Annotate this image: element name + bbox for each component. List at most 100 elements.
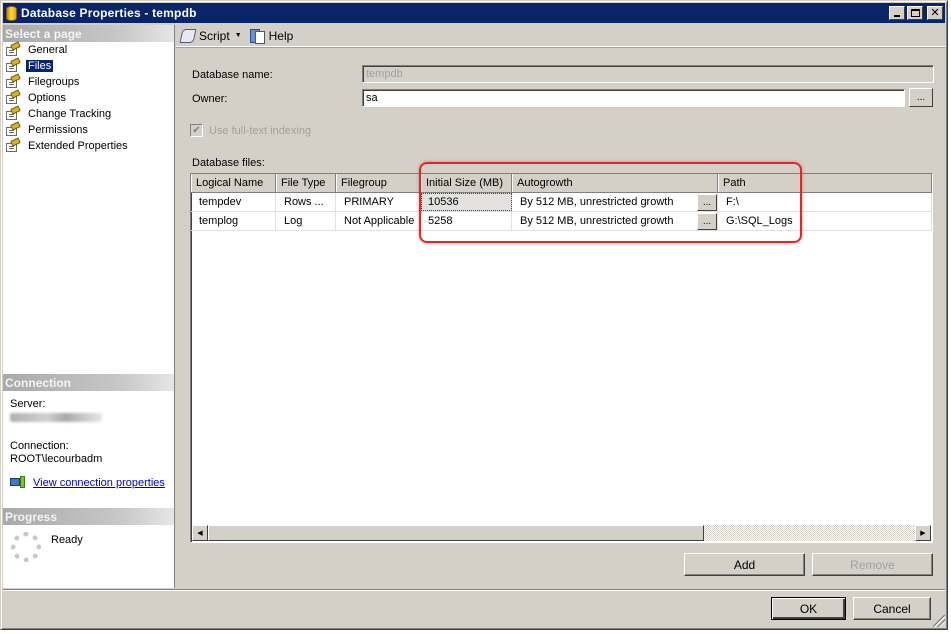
dropdown-arrow-icon[interactable]: ▼ (235, 32, 242, 39)
path-cell[interactable]: F:\ (718, 193, 932, 211)
grid-header: Logical Name File Type Filegroup Initial… (191, 174, 932, 193)
owner-label: Owner: (192, 93, 228, 105)
script-label: Script (199, 28, 230, 43)
connection-header: Connection (3, 374, 174, 391)
logical-name-cell[interactable]: tempdev (191, 193, 276, 211)
logical-name-cell[interactable]: templog (191, 212, 276, 230)
owner-field[interactable] (362, 89, 905, 107)
page-settings-icon (5, 89, 21, 105)
initial-size-cell[interactable]: 10536 (421, 193, 512, 211)
page-item-extended-properties[interactable]: Extended Properties (3, 137, 174, 154)
server-value-redacted (10, 413, 102, 422)
title-bar[interactable]: Database Properties - tempdb ✕ (3, 3, 945, 23)
scroll-right-arrow-icon[interactable]: ▶ (915, 525, 931, 541)
filegroup-cell[interactable]: Not Applicable (336, 212, 421, 230)
connection-label: Connection: (10, 440, 69, 452)
autogrowth-edit-button[interactable]: ... (697, 194, 717, 211)
progress-status: Ready (51, 534, 83, 546)
page-item-options[interactable]: Options (3, 89, 174, 106)
scroll-left-arrow-icon[interactable]: ◀ (192, 525, 208, 541)
resize-grip-icon[interactable] (933, 615, 945, 627)
autogrowth-edit-button[interactable]: ... (697, 213, 717, 230)
file-type-cell[interactable]: Log (276, 212, 336, 230)
table-row[interactable]: templog Log Not Applicable 5258 By 512 M… (191, 212, 932, 231)
server-label: Server: (10, 398, 46, 410)
page-settings-icon (5, 57, 21, 73)
script-icon (180, 28, 195, 43)
owner-browse-button[interactable]: ... (909, 88, 933, 107)
add-button[interactable]: Add (684, 553, 805, 576)
database-name-field[interactable] (362, 65, 934, 83)
page-label: Change Tracking (28, 108, 112, 120)
view-connection-properties-link[interactable]: View connection properties (33, 477, 165, 490)
page-label: Extended Properties (28, 140, 128, 152)
page-item-filegroups[interactable]: Filegroups (3, 73, 174, 90)
column-header-autogrowth[interactable]: Autogrowth (512, 174, 718, 192)
column-header-logical-name[interactable]: Logical Name (191, 174, 276, 192)
progress-spinner-icon (11, 532, 41, 562)
page-item-change-tracking[interactable]: Change Tracking (3, 105, 174, 122)
page-item-files[interactable]: Files (3, 57, 174, 74)
horizontal-scrollbar[interactable]: ◀ ▶ (192, 525, 931, 541)
database-properties-dialog: Database Properties - tempdb ✕ Select a … (0, 0, 948, 630)
close-button[interactable]: ✕ (927, 6, 943, 20)
column-header-path[interactable]: Path (718, 174, 932, 192)
maximize-button[interactable] (907, 6, 923, 20)
autogrowth-value: By 512 MB, unrestricted growth (520, 215, 674, 227)
close-icon: ✕ (930, 6, 940, 19)
database-name-label: Database name: (192, 69, 273, 81)
path-cell[interactable]: G:\SQL_Logs (718, 212, 932, 230)
connection-section: Connection Server: Connection: ROOT\leco… (3, 374, 174, 490)
connection-properties-icon (10, 476, 26, 490)
column-header-filegroup[interactable]: Filegroup (336, 174, 421, 192)
progress-section: Progress Ready (3, 508, 174, 562)
page-item-general[interactable]: General (3, 41, 174, 58)
left-panel: Select a page General Files Filegroups O… (3, 25, 175, 588)
autogrowth-cell[interactable]: By 512 MB, unrestricted growth ... (512, 193, 718, 211)
help-label: Help (268, 28, 294, 43)
cancel-button[interactable]: Cancel (853, 597, 931, 620)
filegroup-cell[interactable]: PRIMARY (336, 193, 421, 211)
page-settings-icon (5, 137, 21, 153)
page-label: General (28, 44, 68, 56)
page-settings-icon (5, 121, 21, 137)
page-label: Files (26, 60, 54, 72)
page-settings-icon (5, 105, 21, 121)
progress-header: Progress (3, 508, 174, 525)
initial-size-cell[interactable]: 5258 (421, 212, 512, 230)
column-header-initial-size[interactable]: Initial Size (MB) (421, 174, 512, 192)
minimize-icon (894, 15, 900, 17)
minimize-button[interactable] (889, 6, 905, 20)
autogrowth-cell[interactable]: By 512 MB, unrestricted growth ... (512, 212, 718, 230)
connection-value: ROOT\lecourbadm (10, 453, 103, 465)
database-files-label: Database files: (192, 157, 265, 169)
help-icon (249, 28, 265, 44)
page-item-permissions[interactable]: Permissions (3, 121, 174, 138)
help-button[interactable]: Help (249, 28, 294, 44)
maximize-icon (910, 9, 920, 17)
page-list: General Files Filegroups Options Change … (3, 41, 174, 154)
page-label: Filegroups (28, 76, 80, 88)
database-icon (6, 5, 17, 21)
page-settings-icon (5, 73, 21, 89)
fulltext-indexing-option: ✔ Use full-text indexing (190, 124, 311, 137)
script-button[interactable]: Script ▼ (180, 28, 242, 43)
fulltext-indexing-checkbox[interactable]: ✔ (190, 124, 203, 137)
toolbar: Script ▼ Help (176, 25, 945, 47)
scrollbar-thumb[interactable] (208, 525, 704, 541)
fulltext-indexing-label: Use full-text indexing (209, 124, 312, 137)
remove-button[interactable]: Remove (812, 553, 933, 576)
bottom-separator (3, 589, 945, 591)
file-type-cell[interactable]: Rows ... (276, 193, 336, 211)
table-row[interactable]: tempdev Rows ... PRIMARY 10536 By 512 MB… (191, 193, 932, 212)
page-settings-icon (5, 41, 21, 57)
page-label: Options (28, 92, 66, 104)
window-title: Database Properties - tempdb (21, 6, 197, 20)
select-page-header: Select a page (3, 25, 174, 42)
scrollbar-track[interactable] (704, 525, 915, 541)
page-label: Permissions (28, 124, 88, 136)
autogrowth-value: By 512 MB, unrestricted growth (520, 196, 674, 208)
ok-button[interactable]: OK (771, 597, 846, 620)
column-header-file-type[interactable]: File Type (276, 174, 336, 192)
database-files-grid: Logical Name File Type Filegroup Initial… (190, 173, 933, 543)
